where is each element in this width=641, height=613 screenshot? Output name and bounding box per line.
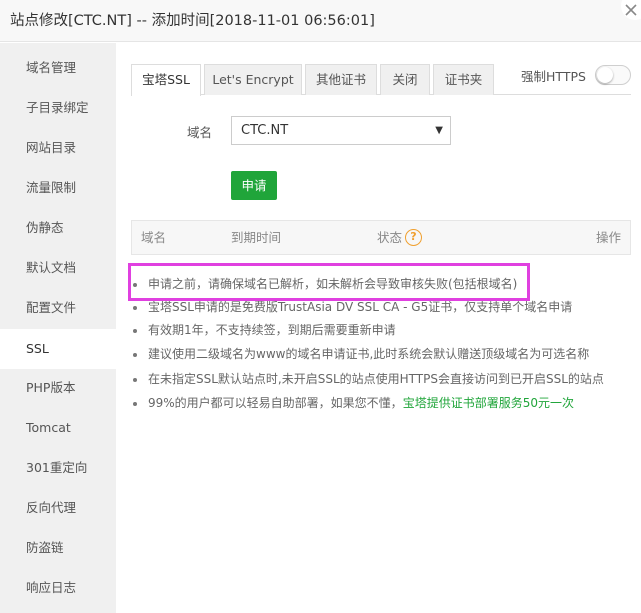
window-title: 站点修改[CTC.NT] -- 添加时间[2018-11-01 06:56:01… [10, 13, 375, 29]
sidebar-item-site-directory[interactable]: 网站目录 [0, 128, 116, 168]
bullet-icon [133, 306, 137, 310]
bullet-icon [133, 378, 137, 382]
tab-other-cert[interactable]: 其他证书 [305, 64, 377, 95]
column-header-action: 操作 [595, 230, 621, 245]
sidebar-item-reverse-proxy[interactable]: 反向代理 [0, 488, 116, 528]
cert-table-header: 域名 到期时间 状态 操作 [131, 220, 631, 255]
column-header-status: 状态 [377, 230, 403, 245]
close-icon[interactable] [624, 3, 638, 17]
dropdown-arrow-icon: ▼ [435, 125, 443, 136]
sidebar-item-rewrite[interactable]: 伪静态 [0, 208, 116, 248]
sidebar-item-domain-management[interactable]: 域名管理 [0, 48, 116, 88]
column-header-expire: 到期时间 [231, 230, 282, 245]
force-https-label: 强制HTTPS [521, 69, 586, 84]
sidebar-item-traffic-limit[interactable]: 流量限制 [0, 168, 116, 208]
title-bar: 站点修改[CTC.NT] -- 添加时间[2018-11-01 06:56:01… [0, 0, 641, 42]
tab-cert-folder[interactable]: 证书夹 [433, 64, 494, 95]
help-icon[interactable]: ? [405, 229, 422, 246]
close-button[interactable] [615, 0, 641, 26]
sidebar-item-ssl[interactable]: SSL [0, 329, 116, 369]
sidebar-item-301-redirect[interactable]: 301重定向 [0, 448, 116, 488]
tab-bt-ssl[interactable]: 宝塔SSL [131, 64, 201, 96]
tip-text: 99%的用户都可以轻易自助部署，如果您不懂， [148, 396, 403, 410]
bullet-icon [133, 402, 137, 406]
sidebar-item-subdirectory-binding[interactable]: 子目录绑定 [0, 88, 116, 128]
force-https-toggle[interactable] [595, 65, 631, 85]
highlight-box [128, 263, 530, 301]
tab-close[interactable]: 关闭 [380, 64, 430, 95]
sidebar-item-default-document[interactable]: 默认文档 [0, 248, 116, 288]
sidebar: 域名管理 子目录绑定 网站目录 流量限制 伪静态 默认文档 配置文件 SSL P… [0, 43, 116, 613]
tip-text-container: 99%的用户都可以轻易自助部署，如果您不懂，宝塔提供证书部署服务50元一次 [148, 392, 574, 414]
domain-select[interactable]: CTC.NT ▼ [231, 116, 451, 145]
bullet-icon [133, 353, 137, 357]
column-header-domain: 域名 [141, 230, 167, 245]
bullet-icon [133, 329, 137, 333]
tip-text: 在未指定SSL默认站点时,未开启SSL的站点使用HTTPS会直接访问到已开启SS… [148, 372, 604, 386]
sidebar-item-hotlink-protection[interactable]: 防盗链 [0, 528, 116, 568]
sidebar-item-tomcat[interactable]: Tomcat [0, 408, 116, 448]
domain-label: 域名 [187, 125, 213, 140]
domain-select-value: CTC.NT [241, 123, 289, 138]
tab-lets-encrypt[interactable]: Let's Encrypt [204, 64, 302, 95]
apply-button[interactable]: 申请 [231, 171, 277, 200]
tip-text: 建议使用二级域名为www的域名申请证书,此时系统会默认赠送顶级域名为可选名称 [148, 347, 590, 361]
sidebar-item-php-version[interactable]: PHP版本 [0, 368, 116, 408]
sidebar-item-config-file[interactable]: 配置文件 [0, 288, 116, 328]
sidebar-item-response-log[interactable]: 响应日志 [0, 568, 116, 608]
toggle-knob [597, 67, 613, 83]
tip-text: 有效期1年，不支持续签，到期后需要重新申请 [148, 323, 396, 337]
deploy-service-link[interactable]: 宝塔提供证书部署服务50元一次 [403, 396, 574, 410]
